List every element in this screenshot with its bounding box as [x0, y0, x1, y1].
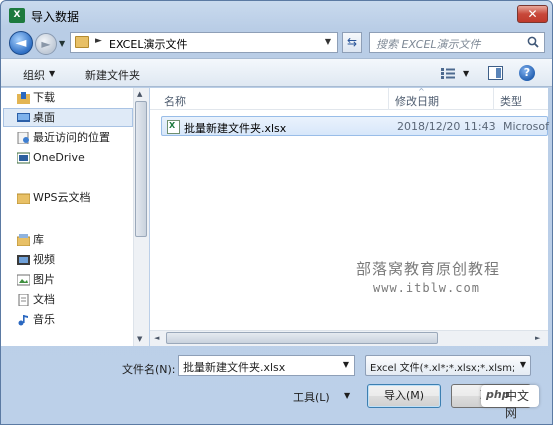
- file-name: 批量新建文件夹.xlsx: [184, 122, 287, 135]
- filter-value: Excel 文件(*.xl*;*.xlsx;*.xlsm;*.: [370, 363, 514, 374]
- forward-button[interactable]: ►: [35, 33, 57, 55]
- sidebar-item-recent[interactable]: 最近访问的位置: [17, 129, 110, 147]
- sidebar-item-documents[interactable]: 文档: [18, 291, 55, 309]
- file-type-filter[interactable]: Excel 文件(*.xl*;*.xlsx;*.xlsm;*. ▼: [365, 355, 531, 376]
- download-folder-icon: [17, 92, 30, 104]
- scroll-left-arrow[interactable]: ◄: [154, 334, 159, 342]
- badge-site-name: 中文网: [505, 389, 530, 420]
- sidebar-item-label: 音乐: [33, 313, 55, 326]
- toolbar: 组织 ▼ 新建文件夹 ▼ ?: [1, 58, 552, 87]
- chevron-down-icon[interactable]: ▼: [325, 37, 331, 46]
- sidebar-scroll-thumb[interactable]: [135, 101, 147, 237]
- column-header: 名称 ^ 修改日期 类型: [150, 87, 548, 110]
- chevron-down-icon[interactable]: ▼: [49, 69, 55, 78]
- onedrive-icon: [17, 152, 30, 164]
- window-title: 导入数据: [31, 10, 80, 24]
- sidebar-item-music[interactable]: 音乐: [18, 311, 55, 329]
- file-row[interactable]: 批量新建文件夹.xlsx 2018/12/20 11:43 Microsof: [161, 116, 549, 136]
- sidebar-item-label: 文档: [33, 293, 55, 306]
- horizontal-scroll-thumb[interactable]: [166, 332, 438, 344]
- video-icon: [17, 255, 30, 265]
- sidebar-item-label: OneDrive: [33, 151, 85, 164]
- document-icon: [18, 294, 29, 306]
- chevron-down-icon[interactable]: ▼: [344, 391, 350, 400]
- search-icon[interactable]: [527, 36, 539, 48]
- column-divider[interactable]: [388, 88, 389, 110]
- sidebar-item-wps[interactable]: WPS云文档: [17, 189, 91, 207]
- sidebar-item-label: 下载: [33, 91, 55, 104]
- breadcrumb-current[interactable]: EXCEL演示文件: [109, 36, 187, 52]
- column-type[interactable]: 类型: [500, 93, 522, 109]
- folder-icon: [75, 36, 89, 48]
- scroll-up-arrow[interactable]: ▲: [137, 90, 142, 98]
- filename-value[interactable]: 批量新建文件夹.xlsx: [183, 359, 285, 375]
- sidebar-item-downloads[interactable]: 下载: [17, 89, 55, 107]
- column-divider[interactable]: [493, 88, 494, 110]
- preview-pane-icon[interactable]: [488, 66, 503, 80]
- breadcrumb-separator[interactable]: ►: [95, 36, 102, 46]
- desktop-icon: [17, 113, 30, 122]
- filename-field[interactable]: 批量新建文件夹.xlsx ▼: [178, 355, 355, 376]
- close-button[interactable]: ✕: [517, 5, 548, 23]
- chevron-down-icon[interactable]: ▼: [520, 360, 526, 369]
- back-button[interactable]: ◄: [9, 31, 33, 55]
- recent-pages-dropdown[interactable]: ▼: [59, 39, 65, 48]
- recent-places-icon: [17, 132, 29, 144]
- folder-icon: [17, 193, 30, 204]
- refresh-button[interactable]: ⇆: [342, 32, 362, 53]
- excel-icon: X: [9, 8, 25, 23]
- watermark-title: 部落窝教育原创教程: [356, 260, 501, 278]
- sidebar-item-videos[interactable]: 视频: [17, 251, 55, 269]
- sidebar-item-label: WPS云文档: [33, 191, 91, 204]
- scroll-down-arrow[interactable]: ▼: [137, 335, 142, 343]
- help-icon[interactable]: ?: [519, 65, 535, 81]
- sidebar-item-onedrive[interactable]: OneDrive: [17, 149, 85, 167]
- php-site-badge: php 中文网: [481, 385, 539, 420]
- view-dropdown[interactable]: ▼: [463, 69, 469, 78]
- music-icon: [18, 315, 28, 326]
- import-button[interactable]: 导入(M): [367, 384, 441, 408]
- search-placeholder: 搜索 EXCEL演示文件: [376, 38, 481, 51]
- organize-menu[interactable]: 组织: [23, 67, 45, 83]
- sidebar-item-desktop[interactable]: 桌面: [17, 109, 55, 127]
- scroll-right-arrow[interactable]: ►: [535, 334, 540, 342]
- excel-file-icon: [167, 120, 180, 134]
- new-folder-button[interactable]: 新建文件夹: [85, 67, 140, 83]
- sidebar-item-label: 视频: [33, 253, 55, 266]
- sidebar-item-label: 图片: [33, 273, 55, 286]
- picture-icon: [17, 274, 30, 286]
- file-type: Microsof: [503, 120, 549, 133]
- watermark-url: www.itblw.com: [373, 281, 480, 295]
- address-bar[interactable]: ► EXCEL演示文件 ▼: [70, 32, 338, 53]
- chevron-down-icon[interactable]: ▼: [343, 360, 349, 369]
- import-data-dialog: X 导入数据 ✕ ◄ ► ▼ ► EXCEL演示文件 ▼ ⇆ 搜索 EXCEL演…: [0, 0, 553, 425]
- tools-menu[interactable]: 工具(L): [293, 389, 330, 405]
- library-icon: [17, 234, 30, 246]
- sidebar-item-label: 库: [33, 233, 44, 246]
- sidebar-item-label: 桌面: [33, 111, 55, 124]
- sidebar-item-pictures[interactable]: 图片: [17, 271, 55, 289]
- filename-label: 文件名(N):: [122, 363, 176, 376]
- column-name[interactable]: 名称: [164, 93, 186, 109]
- search-input[interactable]: 搜索 EXCEL演示文件: [369, 32, 545, 53]
- sidebar-item-label: 最近访问的位置: [33, 131, 110, 144]
- title-bar: X 导入数据 ✕: [1, 1, 552, 29]
- sidebar-item-library[interactable]: 库: [17, 231, 44, 249]
- column-date[interactable]: 修改日期: [395, 93, 439, 109]
- file-date: 2018/12/20 11:43: [397, 120, 496, 133]
- view-options-icon[interactable]: [441, 68, 455, 79]
